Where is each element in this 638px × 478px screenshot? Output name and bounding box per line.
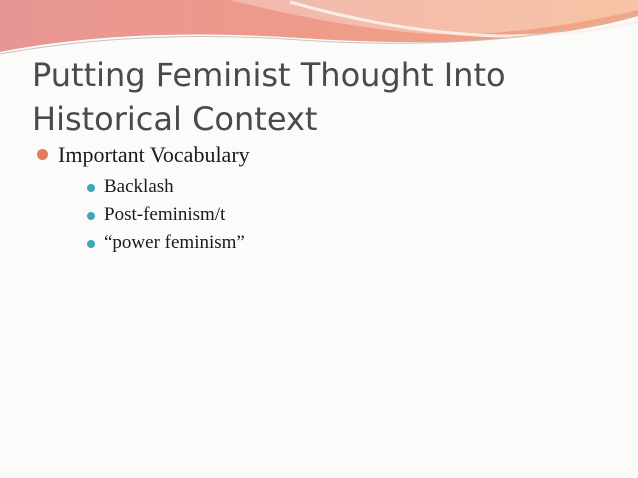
bullet-dot-icon (37, 149, 48, 160)
sub-bullet-text: Backlash (104, 176, 174, 197)
sub-bullet-item: Post-feminism/t (86, 201, 250, 229)
sub-bullet-dot-icon (87, 212, 95, 220)
sub-bullet-item: Backlash (86, 173, 250, 201)
sub-bullet-item: “power feminism” (86, 229, 250, 257)
slide: Putting Feminist Thought Into Historical… (0, 0, 638, 478)
slide-title-line-1: Putting Feminist Thought Into (32, 56, 506, 94)
sub-bullet-dot-icon (87, 240, 95, 248)
sub-bullet-list: Backlash Post-feminism/t “power feminism… (58, 173, 250, 257)
sub-bullet-text: Post-feminism/t (104, 204, 226, 225)
sub-bullet-dot-icon (87, 184, 95, 192)
slide-title-line-2: Historical Context (32, 100, 318, 138)
slide-title: Putting Feminist Thought Into Historical… (32, 53, 622, 141)
bullet-list: Important Vocabulary Backlash Post-femin… (36, 141, 250, 257)
sub-bullet-text: “power feminism” (104, 232, 245, 253)
bullet-item: Important Vocabulary Backlash Post-femin… (36, 141, 250, 257)
bullet-text: Important Vocabulary (58, 142, 250, 167)
